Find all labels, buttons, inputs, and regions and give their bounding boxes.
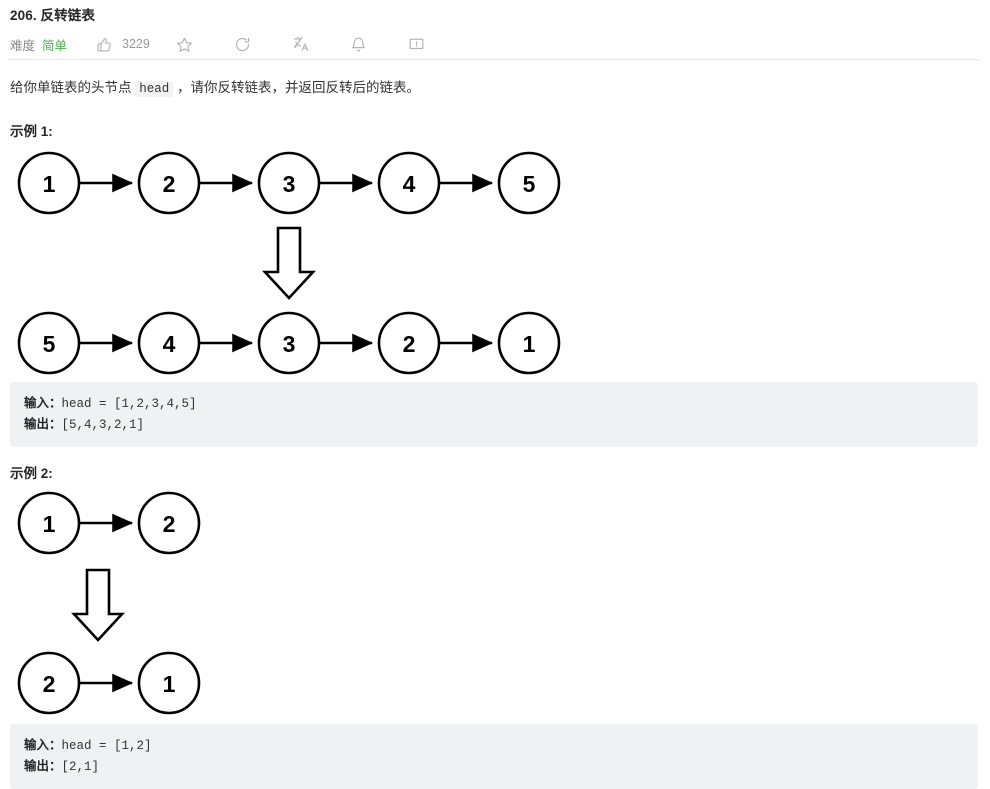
example-2-top-row: 1 2 [17,491,201,555]
example-1-diagram: 1 2 3 4 5 5 4 3 2 1 [10,148,980,378]
problem-description: 给你单链表的头节点 head ，请你反转链表，并返回反转后的链表。 [10,77,980,100]
thumbs-up-icon[interactable] [93,33,115,55]
list-node-label: 2 [163,511,176,537]
example-1-bottom-row: 5 4 3 2 1 [17,311,561,375]
example-1-code-block: 输入：head = [1,2,3,4,5] 输出：[5,4,3,2,1] [10,382,978,447]
page-title: 206. 反转链表 [10,8,95,23]
difficulty-value[interactable]: 简单 [42,35,67,54]
example-1-heading: 示例 1: [10,124,53,139]
bell-icon[interactable] [348,33,370,55]
input-value: head = [1,2,3,4,5] [61,397,197,411]
translate-icon[interactable] [290,33,312,55]
share-icon[interactable] [232,33,254,55]
list-node-label: 2 [163,171,176,197]
list-node-label: 1 [523,331,536,357]
example-1-output-line: 输出：[5,4,3,2,1] [24,414,964,435]
feedback-icon[interactable] [406,33,428,55]
example-2-bottom-row: 2 1 [17,651,201,715]
output-label: 输出： [24,759,62,773]
list-node-label: 4 [163,331,176,357]
problem-content: 给你单链表的头节点 head ，请你反转链表，并返回反转后的链表。 示例 1: … [0,77,990,789]
list-node-label: 1 [43,171,56,197]
list-node-label: 2 [403,331,416,357]
star-icon[interactable] [174,33,196,55]
list-node-label: 1 [43,511,56,537]
input-value: head = [1,2] [61,739,152,753]
list-node-label: 4 [403,171,416,197]
problem-meta-row: 难度 简单 3229 [10,30,980,58]
header-divider [8,59,979,60]
example-2-input-line: 输入：head = [1,2] [24,735,964,756]
output-value: [5,4,3,2,1] [61,418,145,432]
example-2-linked-list-svg: 1 2 2 1 [17,491,201,715]
input-label: 输入： [24,738,62,752]
list-node-label: 2 [43,671,56,697]
like-count: 3229 [122,37,150,51]
input-label: 输入： [24,396,62,410]
description-text-before: 给你单链表的头节点 [10,80,136,95]
example-2-code-block: 输入：head = [1,2] 输出：[2,1] [10,724,978,789]
example-1-linked-list-svg: 1 2 3 4 5 5 4 3 2 1 [17,151,561,375]
example-2-heading: 示例 2: [10,466,53,481]
output-value: [2,1] [61,760,100,774]
example-2-diagram: 1 2 2 1 [10,490,980,720]
difficulty-label: 难度 [10,38,36,53]
inline-code-head: head [135,81,174,97]
example-1-top-row: 1 2 3 4 5 [17,151,561,215]
down-arrow-icon [262,226,316,300]
problem-header: 206. 反转链表 难度 简单 3229 [0,0,990,58]
down-arrow-icon [71,568,125,642]
action-icon-group: 3229 [93,33,428,55]
example-1-input-line: 输入：head = [1,2,3,4,5] [24,393,964,414]
list-node-label: 3 [283,331,296,357]
list-node-label: 5 [523,171,536,197]
list-node-label: 3 [283,171,296,197]
description-text-after: ，请你反转链表，并返回反转后的链表。 [173,80,421,95]
list-node-label: 1 [163,671,176,697]
output-label: 输出： [24,417,62,431]
list-node-label: 5 [43,331,56,357]
